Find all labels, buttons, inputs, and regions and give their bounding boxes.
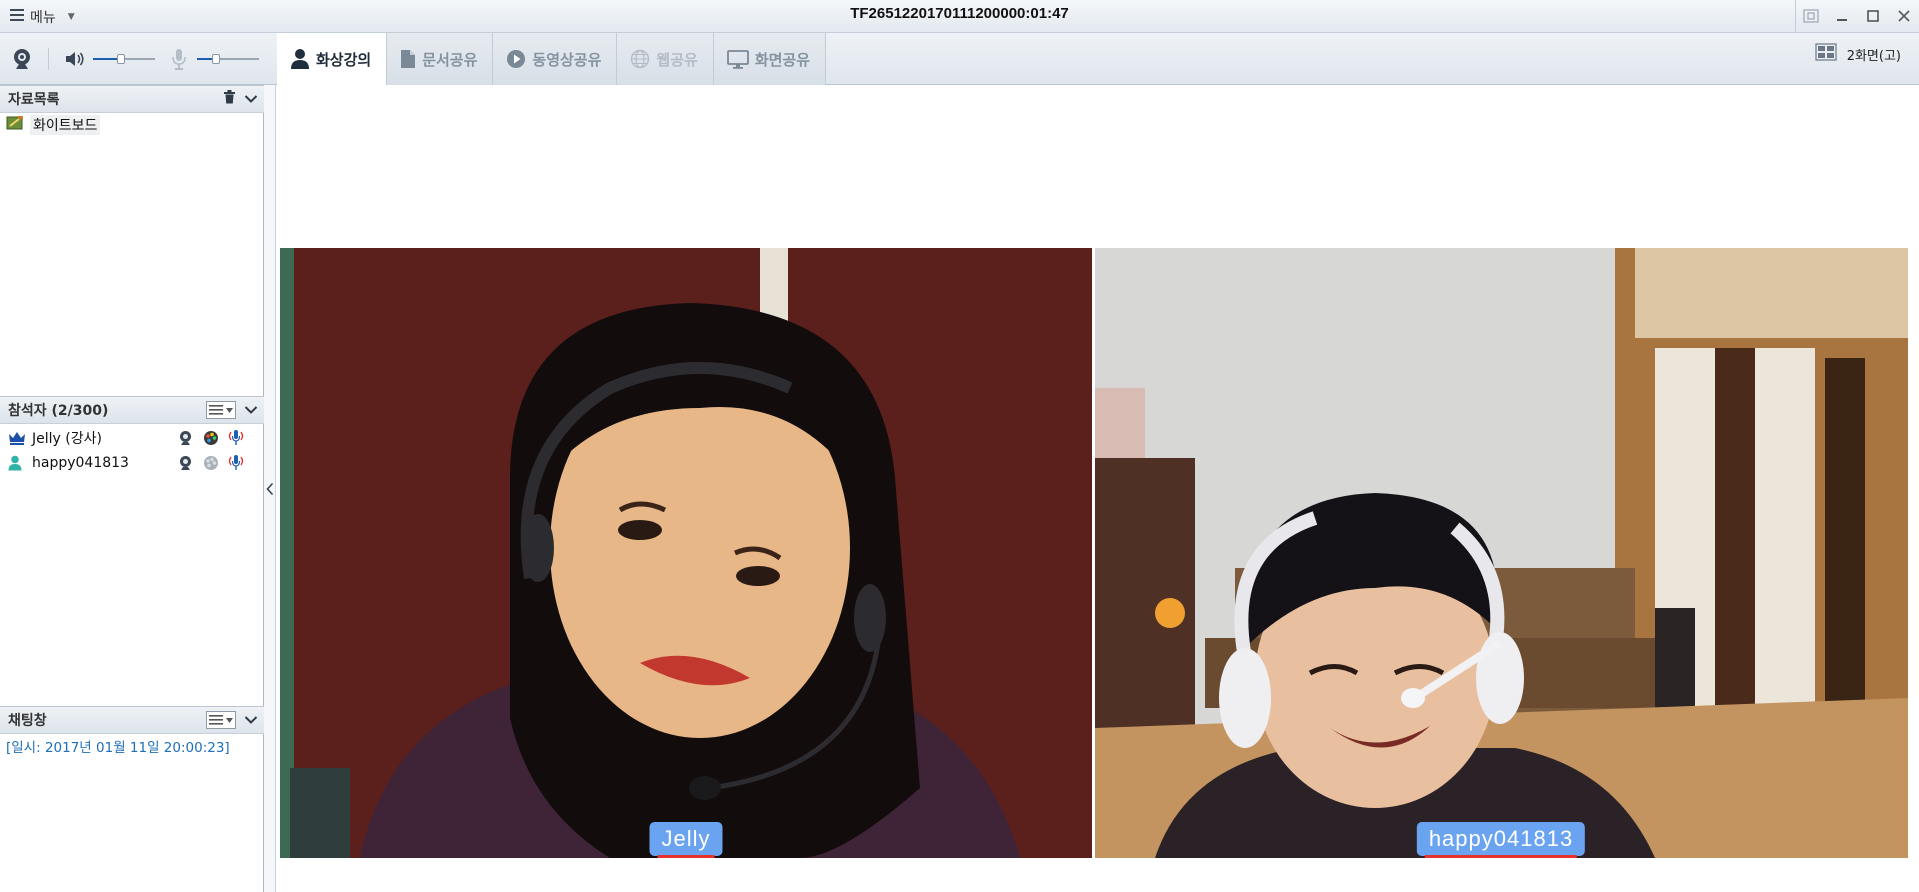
participant-status-icons xyxy=(177,454,244,471)
broadcast-mic-icon[interactable] xyxy=(227,429,244,446)
tab-label: 화상강의 xyxy=(316,50,372,69)
palette-icon[interactable] xyxy=(202,429,219,446)
instructor-video-feed xyxy=(280,248,1092,858)
person-icon xyxy=(290,48,310,70)
speaker-volume-slider[interactable] xyxy=(93,52,155,66)
participant-list-options-dropdown[interactable] xyxy=(206,401,236,419)
collapse-files-button[interactable] xyxy=(244,94,258,104)
webcam-button[interactable] xyxy=(10,47,34,71)
chevron-left-icon xyxy=(265,482,273,495)
microphone-button[interactable] xyxy=(167,47,191,71)
fit-screen-button[interactable] xyxy=(1795,0,1826,32)
collapse-chat-button[interactable] xyxy=(244,715,258,725)
tab-video-share[interactable]: 동영상공유 xyxy=(493,33,618,85)
participants-panel-header: 참석자 (2/300) xyxy=(0,396,264,424)
files-panel-header: 자료목록 xyxy=(0,85,264,113)
participants-panel-title: 참석자 (2/300) xyxy=(8,403,109,419)
tab-document-share[interactable]: 문서공유 xyxy=(387,33,494,85)
participant-row-student[interactable]: happy041813 xyxy=(8,452,258,474)
tab-label: 동영상공유 xyxy=(532,50,602,69)
minimize-button[interactable] xyxy=(1826,0,1857,32)
palette-icon[interactable] xyxy=(202,454,219,471)
media-controls xyxy=(10,45,259,73)
microphone-icon xyxy=(172,49,186,70)
video-stage: Jelly happy041813 xyxy=(277,85,1919,892)
caret-down-icon xyxy=(226,407,233,413)
list-icon xyxy=(209,715,223,725)
chat-panel-header: 채팅창 [일시: 2017년 01월 11일 20:00:23] xyxy=(0,706,264,756)
collapse-participants-button[interactable] xyxy=(244,405,258,415)
chevron-down-icon xyxy=(244,716,258,724)
title-bar: 메뉴 ▼ TF2651220170111200000:01:47 xyxy=(0,0,1919,33)
files-panel-title: 자료목록 xyxy=(8,92,60,108)
maximize-icon xyxy=(1866,10,1879,22)
webcam-status-icon[interactable] xyxy=(177,454,194,471)
speaker-icon xyxy=(66,52,84,66)
tab-web-share[interactable]: 웹공유 xyxy=(617,33,714,85)
close-button[interactable] xyxy=(1888,0,1919,32)
tab-screen-share[interactable]: 화면공유 xyxy=(713,33,827,85)
chat-message: [일시: 2017년 01월 11일 20:00:23] xyxy=(6,740,230,756)
chat-panel-title: 채팅창 xyxy=(8,713,47,729)
session-title: TF2651220170111200000:01:47 xyxy=(850,5,1069,22)
chevron-down-icon xyxy=(244,95,258,103)
play-icon xyxy=(506,49,526,69)
participant-status-icons xyxy=(177,429,244,446)
crown-icon xyxy=(8,431,26,445)
tab-label: 화면공유 xyxy=(754,50,811,69)
trash-icon xyxy=(224,90,235,104)
minimize-icon xyxy=(1836,19,1847,21)
participant-row-instructor[interactable]: Jelly (강사) xyxy=(8,427,258,449)
file-item-whiteboard[interactable]: 화이트보드 xyxy=(6,115,101,135)
video-name-label: happy041813 xyxy=(1428,826,1574,851)
talking-indicator xyxy=(1424,855,1578,858)
fit-screen-icon xyxy=(1803,9,1819,23)
mode-tabs: 화상강의 문서공유 동영상공유 웹공유 화면공유 xyxy=(277,33,827,86)
user-icon xyxy=(8,455,26,471)
participants-panel-tools xyxy=(206,401,258,419)
layout-label: 2화면(고) xyxy=(1846,48,1901,64)
video-lecture-app: 메뉴 ▼ TF2651220170111200000:01:47 화상강의 문서… xyxy=(0,0,1919,892)
video-name-label: Jelly xyxy=(661,826,711,851)
chevron-down-icon xyxy=(244,406,258,414)
left-panel: 자료목록 화이트보드 참석자 (2/300) Jelly (강사) happy0… xyxy=(0,85,264,892)
webcam-status-icon[interactable] xyxy=(177,429,194,446)
files-panel-tools xyxy=(223,90,258,108)
screen-layout-toggle[interactable]: 2화면(고) xyxy=(1815,43,1901,65)
split-layout-icon xyxy=(1815,43,1837,65)
video-tile-instructor[interactable]: Jelly xyxy=(280,248,1092,858)
maximize-button[interactable] xyxy=(1857,0,1888,32)
document-icon xyxy=(400,49,416,69)
tab-video-lecture[interactable]: 화상강의 xyxy=(277,33,388,86)
participant-name: Jelly (강사) xyxy=(32,431,102,447)
chat-panel-tools xyxy=(206,711,258,729)
video-name-tag: happy041813 xyxy=(1416,822,1586,858)
speaker-button[interactable] xyxy=(63,47,87,71)
tab-label: 웹공유 xyxy=(656,50,698,69)
globe-icon xyxy=(630,49,650,69)
file-item-label: 화이트보드 xyxy=(30,115,101,135)
video-tile-student[interactable]: happy041813 xyxy=(1095,248,1908,858)
toolbar-divider xyxy=(48,48,49,70)
whiteboard-icon xyxy=(6,115,24,135)
talking-indicator xyxy=(657,855,715,858)
delete-button[interactable] xyxy=(223,90,236,108)
list-icon xyxy=(209,405,223,415)
close-icon xyxy=(1897,10,1910,22)
video-name-tag: Jelly xyxy=(649,822,723,858)
tab-label: 문서공유 xyxy=(422,50,478,69)
collapse-sidebar-handle[interactable] xyxy=(264,85,276,892)
slider-knob[interactable] xyxy=(117,54,125,64)
window-controls xyxy=(1795,0,1919,32)
monitor-icon xyxy=(726,49,749,69)
broadcast-mic-icon[interactable] xyxy=(227,454,244,471)
toolbar: 화상강의 문서공유 동영상공유 웹공유 화면공유 2화면(고) xyxy=(0,33,1919,86)
slider-knob[interactable] xyxy=(212,54,220,64)
participant-name: happy041813 xyxy=(32,455,129,471)
chat-options-dropdown[interactable] xyxy=(206,711,236,729)
webcam-icon xyxy=(14,49,30,69)
mic-volume-slider[interactable] xyxy=(197,52,259,66)
caret-down-icon xyxy=(226,717,233,723)
student-video-feed xyxy=(1095,248,1908,858)
